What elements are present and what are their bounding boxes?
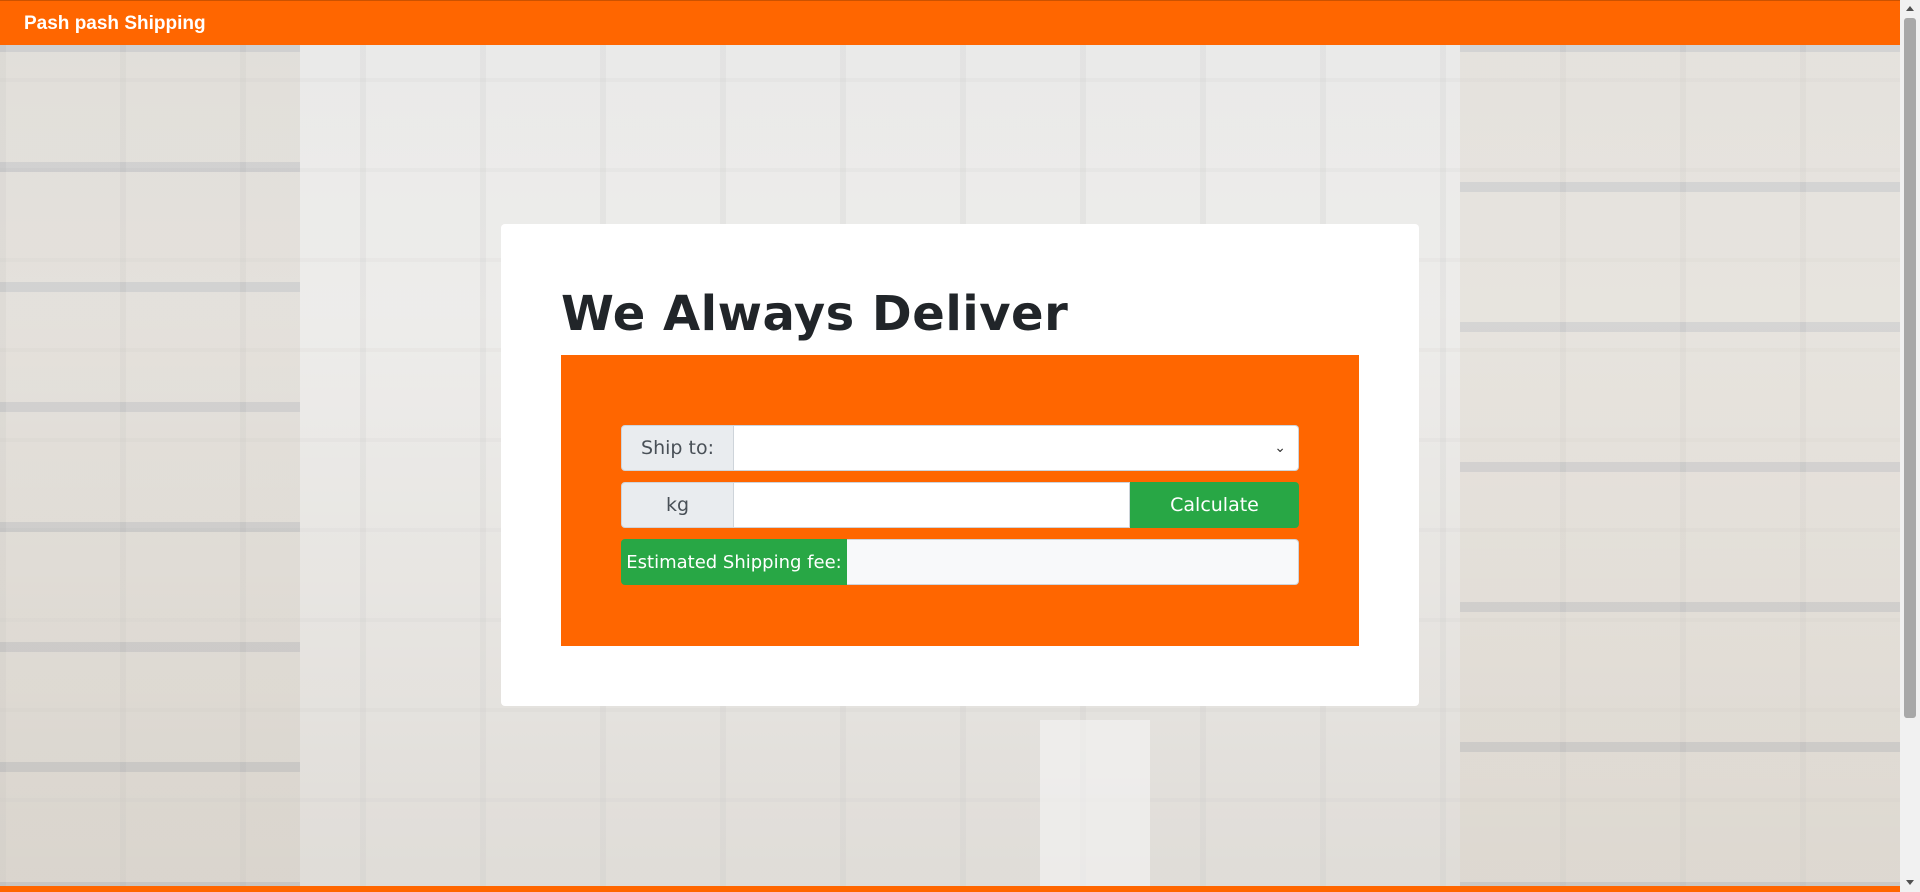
- background-shelf-right: [1460, 45, 1900, 892]
- main-card: We Always Deliver Ship to: ⌄ kg Calculat…: [501, 224, 1419, 706]
- ship-to-label: Ship to:: [621, 425, 734, 471]
- background-shelf-left: [0, 45, 300, 892]
- weight-input[interactable]: [734, 482, 1130, 528]
- scrollbar-thumb[interactable]: [1904, 18, 1916, 718]
- vertical-scrollbar[interactable]: [1900, 0, 1920, 892]
- shipping-form-panel: Ship to: ⌄ kg Calculate Estimated Shippi…: [561, 355, 1359, 646]
- estimated-fee-label: Estimated Shipping fee:: [621, 539, 847, 585]
- weight-unit-label: kg: [621, 482, 734, 528]
- chevron-down-icon: ⌄: [1274, 440, 1286, 456]
- weight-row: kg Calculate: [621, 482, 1299, 528]
- background-aisle: [1040, 720, 1150, 892]
- scroll-down-icon[interactable]: [1906, 880, 1914, 885]
- estimated-fee-output: [847, 539, 1299, 585]
- fee-row: Estimated Shipping fee:: [621, 539, 1299, 585]
- bottom-bar: [0, 886, 1900, 892]
- top-navbar: Pash pash Shipping: [0, 0, 1900, 45]
- calculate-button[interactable]: Calculate: [1130, 482, 1299, 528]
- ship-to-select[interactable]: ⌄: [734, 425, 1299, 471]
- brand-link[interactable]: Pash pash Shipping: [24, 13, 206, 35]
- ship-to-row: Ship to: ⌄: [621, 425, 1299, 471]
- scroll-up-icon[interactable]: [1906, 6, 1914, 11]
- page-title: We Always Deliver: [561, 286, 1069, 342]
